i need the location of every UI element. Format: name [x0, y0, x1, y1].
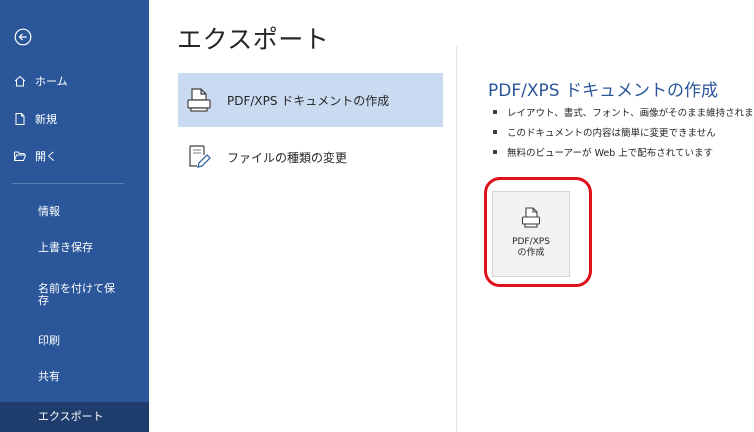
pdf-document-icon — [187, 88, 211, 112]
open-folder-icon — [14, 151, 27, 161]
new-document-icon — [15, 113, 25, 125]
sidebar-item-info[interactable]: 情報 — [0, 197, 149, 227]
export-option-label: ファイルの種類の変更 — [227, 150, 348, 165]
sidebar-item-save[interactable]: 上書き保存 — [0, 233, 149, 263]
sidebar-item-label: 新規 — [35, 113, 57, 126]
sidebar-item-new[interactable]: 新規 — [0, 104, 149, 134]
sidebar-item-label: 上書き保存 — [38, 240, 93, 254]
export-option-change-file-type[interactable]: ファイルの種類の変更 — [178, 130, 443, 184]
sidebar-item-label: 印刷 — [38, 333, 60, 347]
sidebar-item-open[interactable]: 開く — [0, 141, 149, 171]
change-file-type-icon — [189, 145, 211, 168]
sidebar-item-label: 共有 — [38, 369, 60, 383]
sidebar-item-label: ホーム — [35, 75, 68, 88]
sidebar-item-share[interactable]: 共有 — [0, 362, 149, 392]
sidebar-item-label: 開く — [35, 150, 57, 163]
sidebar-item-save-as[interactable]: 名前を付けて保存 — [0, 277, 149, 313]
detail-title: PDF/XPS ドキュメントの作成 — [488, 81, 718, 101]
sidebar-item-home[interactable]: ホーム — [0, 66, 149, 96]
export-option-label: PDF/XPS ドキュメントの作成 — [227, 93, 390, 108]
bullet-item: レイアウト、書式、フォント、画像がそのまま維持されま — [493, 102, 754, 122]
sidebar: ホーム 新規 開く 情報 上書き保存 名前を付けて保存 印刷 共有 エクスポート — [0, 0, 149, 432]
detail-bullets: レイアウト、書式、フォント、画像がそのまま維持されま このドキュメントの内容は簡… — [493, 102, 754, 162]
bullet-item: このドキュメントの内容は簡単に変更できません — [493, 122, 754, 142]
home-icon — [14, 75, 26, 87]
bullet-text: レイアウト、書式、フォント、画像がそのまま維持されま — [507, 108, 754, 119]
bullet-icon — [493, 110, 497, 114]
backstage-view: ホーム 新規 開く 情報 上書き保存 名前を付けて保存 印刷 共有 エクスポート… — [0, 0, 754, 432]
page-title: エクスポート — [177, 25, 330, 54]
sidebar-item-label: 情報 — [38, 204, 60, 218]
bullet-icon — [493, 130, 497, 134]
back-arrow-icon[interactable] — [14, 28, 32, 46]
bullet-item: 無料のビューアーが Web 上で配布されています — [493, 142, 754, 162]
sidebar-divider — [12, 183, 124, 184]
panel-divider — [456, 46, 457, 432]
sidebar-item-label: エクスポート — [38, 409, 104, 423]
highlight-annotation — [484, 177, 592, 287]
sidebar-item-export[interactable]: エクスポート — [0, 402, 149, 432]
bullet-text: このドキュメントの内容は簡単に変更できません — [507, 128, 716, 139]
bullet-text: 無料のビューアーが Web 上で配布されています — [507, 148, 714, 159]
sidebar-item-label: 名前を付けて保存 — [38, 281, 115, 307]
bullet-icon — [493, 150, 497, 154]
sidebar-item-print[interactable]: 印刷 — [0, 326, 149, 356]
export-option-create-pdf-xps[interactable]: PDF/XPS ドキュメントの作成 — [178, 73, 443, 127]
